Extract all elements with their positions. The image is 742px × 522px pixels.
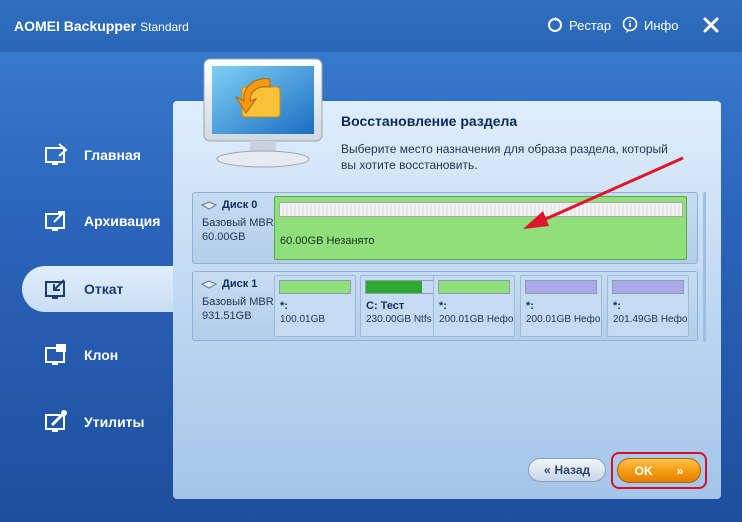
disk-1-name: Диск 1 bbox=[201, 278, 257, 290]
partition-label: 60.00GB Незанято bbox=[280, 235, 375, 247]
ok-button[interactable]: OK » bbox=[617, 458, 701, 483]
app-title: AOMEI Backupper Standard bbox=[14, 18, 189, 34]
title-bar: AOMEI Backupper Standard Рестар Инфо bbox=[0, 0, 742, 52]
partition-name: C: Тест bbox=[366, 300, 405, 312]
home-icon bbox=[45, 143, 68, 165]
disk-icon bbox=[201, 279, 217, 289]
sidebar-label-backup: Архивация bbox=[84, 213, 161, 229]
disk-0-label: Диск 0 bbox=[222, 199, 258, 211]
partition-name: *: bbox=[613, 300, 621, 312]
partition-info: 100.01GB bbox=[280, 314, 326, 325]
disk-1-size: 931.51GB bbox=[202, 310, 252, 322]
disk-icon bbox=[201, 200, 217, 210]
disk-0-type: Базовый MBR bbox=[202, 217, 274, 229]
partition-usage-bar bbox=[365, 280, 437, 294]
sidebar-label-utilities: Утилиты bbox=[84, 414, 145, 430]
ok-label: OK bbox=[634, 463, 653, 478]
info-button[interactable]: Инфо bbox=[621, 16, 678, 34]
restore-monitor-icon bbox=[203, 58, 323, 168]
partition-4[interactable]: *: 200.01GB Нефо bbox=[520, 275, 602, 337]
back-label: Назад bbox=[554, 463, 591, 477]
backup-icon bbox=[45, 211, 65, 231]
partition-info: 201.49GB Нефо bbox=[613, 314, 688, 325]
restart-label: Рестар bbox=[569, 17, 612, 33]
tools-icon bbox=[45, 410, 67, 432]
partition-3[interactable]: *: 200.01GB Нефо bbox=[433, 275, 515, 337]
partition-name: *: bbox=[439, 300, 447, 312]
partition-name: *: bbox=[280, 300, 288, 312]
partition-usage-bar bbox=[438, 280, 510, 294]
partition-name: *: bbox=[526, 300, 534, 312]
partition-1[interactable]: *: 100.01GB bbox=[274, 275, 356, 337]
disk-0-size: 60.00GB bbox=[202, 231, 246, 243]
chevron-right-icon: » bbox=[676, 463, 684, 478]
partition-usage-bar bbox=[525, 280, 597, 294]
partition-info: 200.01GB Нефо bbox=[526, 314, 601, 325]
partition-2[interactable]: C: Тест 230.00GB Ntfs bbox=[360, 275, 442, 337]
partition-5[interactable]: *: 201.49GB Нефо bbox=[607, 275, 689, 337]
back-button[interactable]: « Назад bbox=[528, 458, 606, 482]
info-label: Инфо bbox=[644, 17, 679, 33]
sidebar-label-home: Главная bbox=[84, 147, 141, 163]
partition-info: 200.01GB Нефо bbox=[439, 314, 514, 325]
clone-icon bbox=[45, 344, 66, 365]
annotation-arrow bbox=[523, 156, 684, 229]
restart-button[interactable]: Рестар bbox=[546, 16, 611, 34]
partition-usage-bar bbox=[612, 280, 684, 294]
partition-usage-bar bbox=[279, 280, 351, 294]
scrollbar[interactable] bbox=[703, 192, 706, 342]
restore-icon bbox=[45, 279, 65, 299]
app-edition: Standard bbox=[140, 20, 189, 34]
info-icon bbox=[622, 16, 638, 33]
partition-info: 230.00GB Ntfs bbox=[366, 314, 432, 325]
restart-icon bbox=[548, 17, 562, 32]
chevron-left-icon: « bbox=[543, 463, 551, 477]
disk-row-1: Диск 1 Базовый MBR 931.51GB *: 100.01GB … bbox=[192, 271, 698, 341]
disk-0-name: Диск 0 bbox=[201, 199, 257, 211]
disk-1-type: Базовый MBR bbox=[202, 296, 274, 308]
close-icon[interactable] bbox=[700, 14, 722, 36]
app-name: AOMEI Backupper bbox=[14, 18, 137, 34]
disk-1-label: Диск 1 bbox=[222, 278, 258, 290]
sidebar-label-clone: Клон bbox=[84, 347, 119, 363]
sidebar-label-restore: Откат bbox=[84, 281, 124, 297]
page-title: Восстановление раздела bbox=[341, 113, 518, 129]
